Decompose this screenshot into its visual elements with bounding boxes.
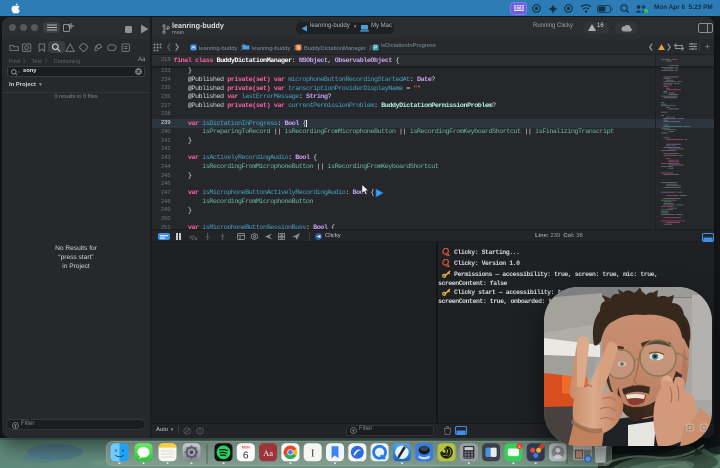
svg-text:MON: MON [242,445,250,449]
svg-text:I: I [311,449,315,460]
svg-text:Aa: Aa [263,448,273,458]
svg-text:5: 5 [518,445,520,449]
svg-text:6: 6 [243,450,249,461]
